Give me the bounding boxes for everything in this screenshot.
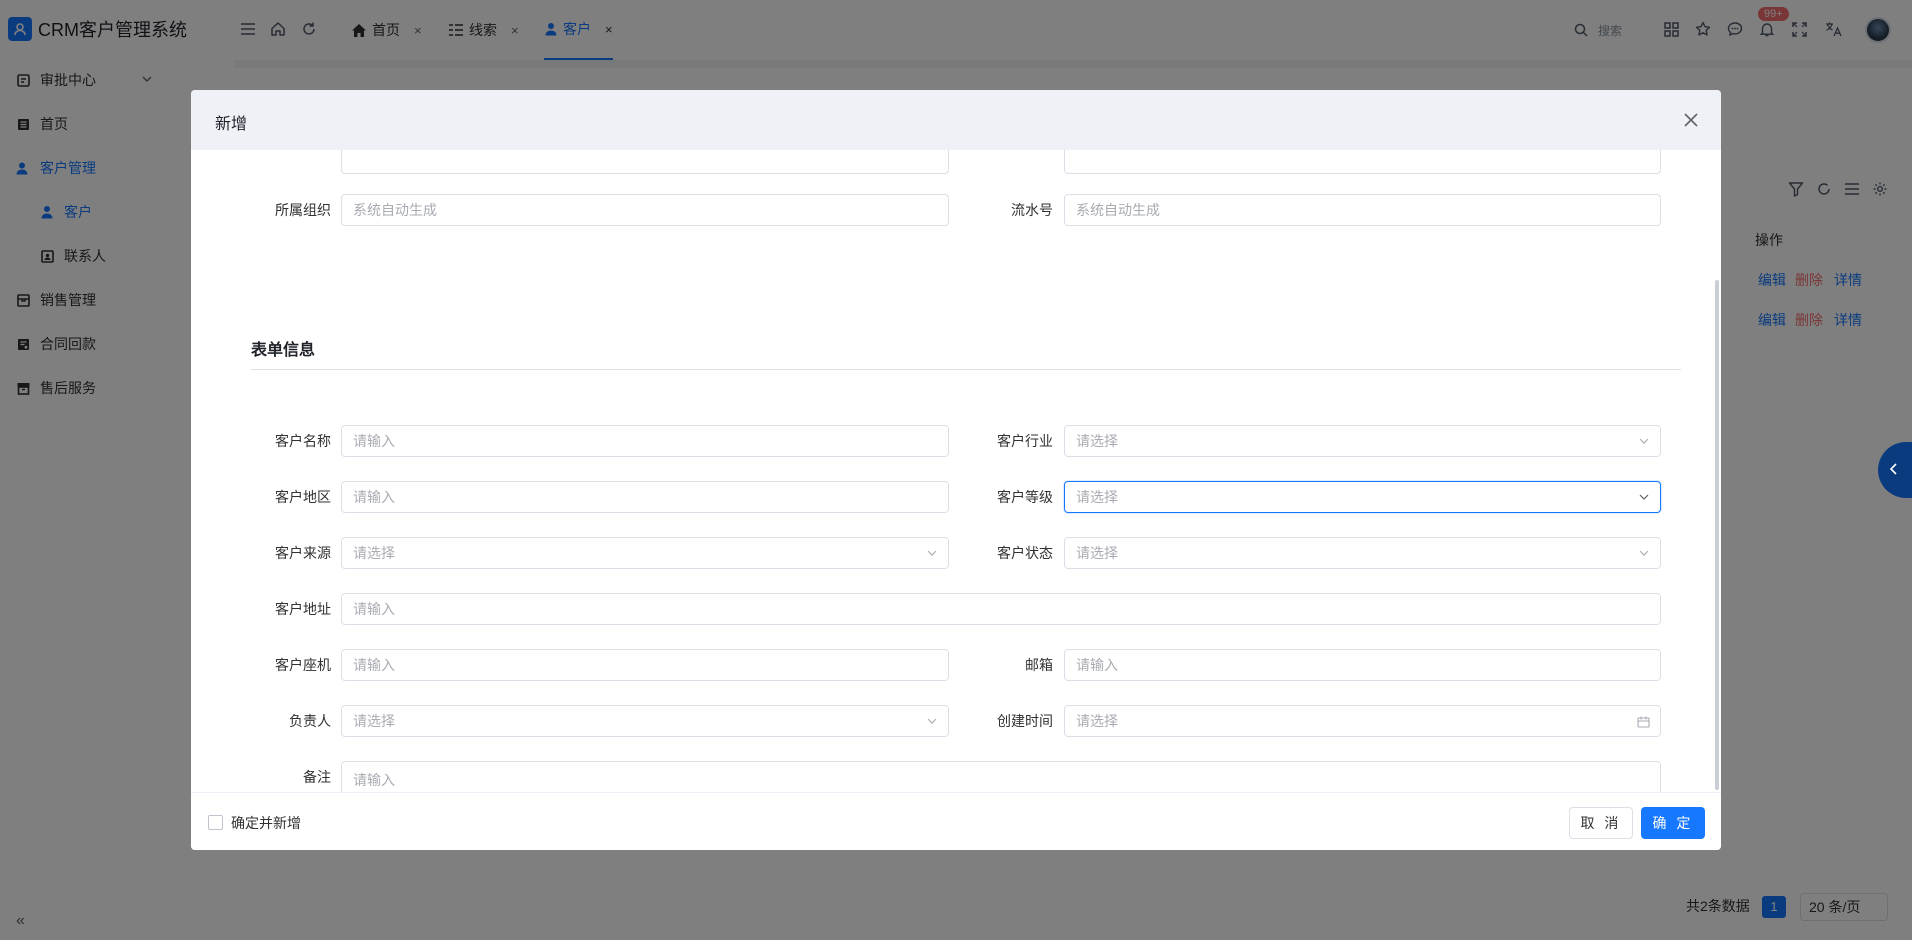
chevron-down-icon [1638, 491, 1650, 503]
phone-input[interactable]: 请输入 [341, 649, 949, 681]
region-placeholder: 请输入 [353, 489, 395, 505]
customer-name-input[interactable]: 请输入 [341, 425, 949, 457]
created-date-picker[interactable]: 请选择 [1064, 705, 1661, 737]
chevron-left-icon[interactable] [1888, 462, 1900, 479]
continue-checkbox[interactable] [208, 815, 223, 830]
address-input[interactable]: 请输入 [341, 593, 1661, 625]
level-placeholder: 请选择 [1076, 489, 1118, 505]
serial-label: 流水号 [1011, 202, 1053, 218]
section-title: 表单信息 [251, 342, 316, 359]
source-placeholder: 请选择 [353, 545, 395, 561]
scrollbar[interactable] [1715, 280, 1719, 790]
owner-placeholder: 请选择 [353, 713, 395, 729]
created-placeholder: 请选择 [1076, 713, 1118, 729]
add-customer-dialog: 新增 所属组织 系统自动生成 流水号 系统自动生成 表单信息 客户名称 请输入 … [191, 90, 1721, 850]
remark-label: 备注 [303, 769, 331, 785]
continue-label[interactable]: 确定并新增 [231, 813, 301, 833]
customer-name-label: 客户名称 [275, 433, 331, 449]
customer-name-placeholder: 请输入 [353, 433, 395, 449]
created-label: 创建时间 [997, 713, 1053, 729]
dialog-title: 新增 [215, 116, 248, 133]
cancel-button[interactable]: 取 消 [1569, 807, 1633, 839]
chevron-down-icon [1638, 435, 1650, 447]
remark-placeholder: 请输入 [353, 772, 395, 788]
chevron-down-icon [926, 715, 938, 727]
serial-placeholder: 系统自动生成 [1076, 202, 1160, 218]
phone-label: 客户座机 [275, 657, 331, 673]
scrolled-field[interactable] [1064, 150, 1661, 174]
industry-label: 客户行业 [997, 433, 1053, 449]
org-placeholder: 系统自动生成 [353, 202, 437, 218]
source-select[interactable]: 请选择 [341, 537, 949, 569]
level-label: 客户等级 [997, 489, 1053, 505]
dialog-body: 所属组织 系统自动生成 流水号 系统自动生成 表单信息 客户名称 请输入 客户行… [191, 150, 1721, 792]
status-label: 客户状态 [997, 545, 1053, 561]
region-input[interactable]: 请输入 [341, 481, 949, 513]
org-field[interactable]: 系统自动生成 [341, 194, 949, 226]
close-icon[interactable] [1681, 110, 1701, 130]
confirm-button[interactable]: 确 定 [1641, 807, 1705, 839]
chevron-down-icon [926, 547, 938, 559]
email-label: 邮箱 [1025, 657, 1053, 673]
dialog-footer: 确定并新增 取 消 确 定 [191, 792, 1721, 850]
calendar-icon [1636, 715, 1650, 729]
source-label: 客户来源 [275, 545, 331, 561]
status-placeholder: 请选择 [1076, 545, 1118, 561]
org-label: 所属组织 [275, 202, 331, 218]
scrolled-field[interactable] [341, 150, 949, 174]
owner-select[interactable]: 请选择 [341, 705, 949, 737]
owner-label: 负责人 [289, 713, 331, 729]
remark-textarea[interactable]: 请输入 [341, 761, 1661, 792]
email-input[interactable]: 请输入 [1064, 649, 1661, 681]
dialog-header: 新增 [191, 90, 1721, 150]
email-placeholder: 请输入 [1076, 657, 1118, 673]
industry-placeholder: 请选择 [1076, 433, 1118, 449]
region-label: 客户地区 [275, 489, 331, 505]
section-divider [251, 369, 1681, 370]
chevron-down-icon [1638, 547, 1650, 559]
level-select[interactable]: 请选择 [1064, 481, 1661, 513]
industry-select[interactable]: 请选择 [1064, 425, 1661, 457]
serial-field[interactable]: 系统自动生成 [1064, 194, 1661, 226]
address-placeholder: 请输入 [353, 601, 395, 617]
address-label: 客户地址 [275, 601, 331, 617]
phone-placeholder: 请输入 [353, 657, 395, 673]
status-select[interactable]: 请选择 [1064, 537, 1661, 569]
